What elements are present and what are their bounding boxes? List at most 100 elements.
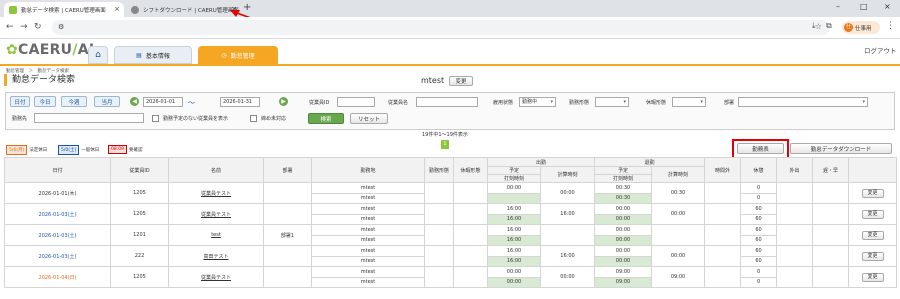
edit-button[interactable]: 変更 bbox=[861, 272, 884, 282]
no-schedule-checkbox[interactable] bbox=[152, 115, 159, 122]
dept-cell bbox=[263, 203, 312, 225]
out-plan-cell: 00:00 bbox=[594, 245, 653, 257]
rest-cell: 60 bbox=[740, 213, 778, 225]
in-stamp-cell: 16:00 bbox=[487, 234, 541, 246]
out-stamp-cell: 00:00 bbox=[594, 255, 653, 267]
out-stamp-cell: 00:00 bbox=[594, 234, 653, 246]
site-info-icon[interactable]: ⚙ bbox=[58, 23, 64, 31]
date-to-input[interactable]: 2026-01-31 bbox=[220, 97, 260, 107]
work-type-select[interactable] bbox=[595, 97, 629, 107]
overtime-cell bbox=[704, 245, 742, 267]
edit-button[interactable]: 変更 bbox=[861, 188, 884, 198]
name-cell[interactable]: 高田テスト bbox=[168, 245, 264, 267]
edit-button[interactable]: 変更 bbox=[861, 251, 884, 261]
out-stamp-cell: 09:00 bbox=[594, 276, 653, 288]
reset-button[interactable]: リセット bbox=[350, 113, 388, 124]
next-period-icon[interactable]: ▶ bbox=[279, 97, 288, 106]
rest-cell: 60 bbox=[740, 245, 778, 257]
download-icon[interactable]: ⤓ bbox=[812, 21, 816, 31]
emp-status-select[interactable]: 勤務中 bbox=[519, 97, 556, 107]
date-cell[interactable]: 2026-01-04(日) bbox=[4, 266, 111, 288]
data-download-button[interactable]: 勤怠データダウンロード bbox=[790, 143, 892, 154]
app-header: ✿CAERU/AI ⌂ ▤ 基本情報 ◷ 勤怠管理 ログアウト bbox=[0, 39, 900, 65]
name-cell[interactable]: 従業員テスト bbox=[168, 203, 264, 225]
place-cell: mtest bbox=[311, 213, 425, 225]
legend-check: 08:09 要確認 bbox=[108, 145, 142, 154]
dept-cell bbox=[263, 182, 312, 204]
place-cell: mtest bbox=[311, 234, 425, 246]
col-in-stamp: 打刻時刻 bbox=[487, 174, 541, 183]
place-cell: mtest bbox=[311, 266, 425, 278]
empid-cell: 1205 bbox=[110, 182, 169, 204]
edit-cell: 変更 bbox=[848, 203, 898, 225]
employee-name-input[interactable] bbox=[416, 97, 478, 107]
dept-cell: 部署1 bbox=[263, 224, 312, 246]
this-week-button[interactable]: 今週 bbox=[61, 96, 87, 107]
edit-button[interactable]: 変更 bbox=[861, 230, 884, 240]
unhandled-checkbox[interactable] bbox=[250, 115, 257, 122]
name-cell[interactable]: 従業員テスト bbox=[168, 182, 264, 204]
logout-link[interactable]: ログアウト bbox=[864, 45, 897, 55]
menu-icon[interactable]: ⋮ bbox=[886, 21, 895, 31]
home-button[interactable]: ⌂ bbox=[88, 46, 108, 64]
date-cell[interactable]: 2026-01-03(土) bbox=[4, 245, 111, 267]
dept-select[interactable] bbox=[738, 97, 868, 107]
edit-cell: 変更 bbox=[848, 266, 898, 288]
holtype-cell bbox=[453, 203, 488, 225]
date-cell[interactable]: 2026-01-03(土) bbox=[4, 224, 111, 246]
table-row: 2026-01-04(日) 1205 従業員テスト mtest 00:00 00:00 09… bbox=[4, 266, 898, 288]
in-calc-cell: 16:00 bbox=[539, 245, 596, 267]
page-number[interactable]: 1 bbox=[441, 140, 449, 149]
nav-basic-info[interactable]: ▤ 基本情報 bbox=[114, 46, 192, 64]
col-worktype: 勤務形態 bbox=[424, 157, 454, 183]
attendance-table: 日付 従業員ID 名前 部署 勤務地 勤務形態 休暇形態 出勤 退勤 時間外 休… bbox=[4, 157, 898, 288]
late-cell bbox=[812, 182, 850, 204]
date-from-input[interactable]: 2026-01-01 bbox=[143, 97, 183, 107]
rest-cell: 60 bbox=[740, 224, 778, 236]
in-stamp-cell: 16:00 bbox=[487, 213, 541, 225]
forward-icon[interactable]: → bbox=[20, 22, 28, 32]
dept-cell bbox=[263, 245, 312, 267]
unhandled-label: 締め未対応 bbox=[261, 116, 287, 122]
this-month-button[interactable]: 当月 bbox=[94, 96, 120, 107]
col-date: 日付 bbox=[4, 157, 111, 183]
goout-cell bbox=[776, 245, 814, 267]
today-button[interactable]: 今日 bbox=[34, 96, 56, 107]
col-out-plan: 予定 bbox=[594, 166, 653, 175]
rest-cell: 0 bbox=[740, 192, 778, 204]
prev-period-icon[interactable]: ◀ bbox=[130, 97, 139, 106]
holiday-type-select[interactable] bbox=[672, 97, 706, 107]
col-in: 出勤 bbox=[486, 157, 596, 167]
reload-icon[interactable]: ↻ bbox=[34, 22, 42, 32]
col-out-calc: 計算時刻 bbox=[651, 166, 706, 183]
nav-attendance[interactable]: ◷ 勤怠管理 bbox=[198, 46, 278, 64]
out-calc-cell: 00:30 bbox=[651, 182, 706, 204]
edit-button[interactable]: 変更 bbox=[861, 209, 884, 219]
user-name: mtest bbox=[421, 76, 445, 85]
date-cell[interactable]: 2026-01-03(土) bbox=[4, 203, 111, 225]
legend-sunday: 5/6(月) 法定休日 bbox=[6, 145, 47, 155]
profile-chip[interactable]: 仕 仕事用 bbox=[842, 21, 880, 34]
extensions-icon[interactable]: ⧉ bbox=[826, 21, 832, 31]
name-cell[interactable]: 従業員テスト bbox=[168, 266, 264, 288]
back-icon[interactable]: ← bbox=[6, 22, 14, 32]
search-button[interactable]: 検索 bbox=[308, 113, 344, 124]
late-cell bbox=[812, 224, 850, 246]
col-dept: 部署 bbox=[263, 157, 312, 183]
place-cell: mtest bbox=[311, 224, 425, 236]
out-plan-cell: 00:00 bbox=[594, 203, 653, 215]
name-cell[interactable]: test bbox=[168, 224, 264, 246]
legend-saturday: 5/0(土) 一般休日 bbox=[58, 145, 99, 155]
url-field[interactable]: ⚙ ☆ bbox=[52, 20, 830, 35]
change-user-button[interactable]: 変更 bbox=[449, 76, 473, 86]
date-cell[interactable]: 2026-01-01(木) bbox=[4, 182, 111, 204]
empid-cell: 1201 bbox=[110, 224, 169, 246]
employee-id-input[interactable] bbox=[337, 97, 375, 107]
table-row: 2026-01-03(土) 222 高田テスト mtest 16:00 16:00 00:0… bbox=[4, 245, 898, 267]
place-cell: mtest bbox=[311, 203, 425, 215]
worktype-cell bbox=[424, 245, 454, 267]
out-stamp-cell: 00:00 bbox=[594, 213, 653, 225]
holtype-cell bbox=[453, 266, 488, 288]
work-place-input[interactable] bbox=[34, 113, 144, 123]
browser-tab-bar: 勤怠データ検索 | CAERU管理画面 × シフトダウンロード | CAERU管… bbox=[0, 0, 900, 28]
